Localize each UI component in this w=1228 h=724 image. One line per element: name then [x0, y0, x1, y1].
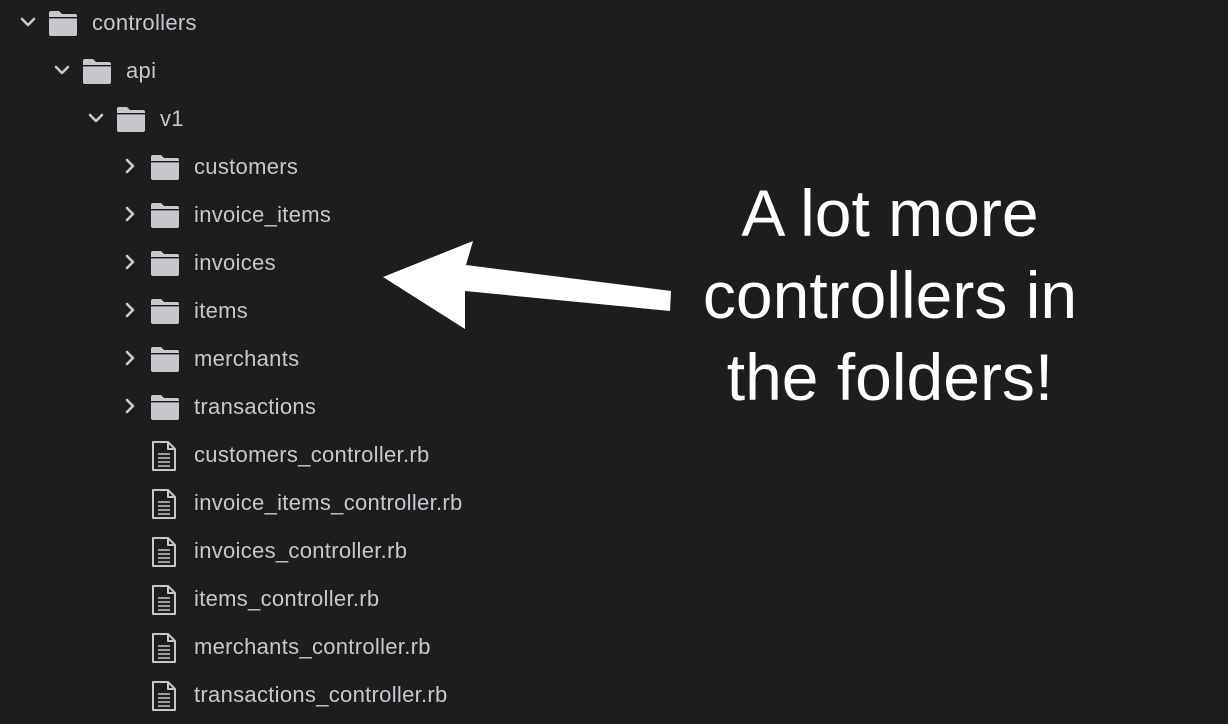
annotation-text: A lot more controllers in the folders!	[650, 172, 1130, 418]
file-tree: controllers api v1 customers invoice_ite…	[0, 0, 700, 724]
tree-item-v1[interactable]: v1	[0, 96, 660, 144]
annotation-line: controllers in	[702, 258, 1078, 332]
folder-icon	[151, 299, 179, 324]
tree-item-label: customers	[194, 154, 299, 179]
tree-item-transactions-controller[interactable]: transactions_controller.rb	[0, 672, 660, 720]
tree-item-label: controllers	[92, 10, 197, 35]
file-icon	[152, 537, 176, 567]
tree-item-label: invoices	[194, 250, 276, 275]
folder-icon	[151, 203, 179, 228]
file-icon	[152, 585, 176, 615]
arrow-left-icon	[383, 241, 671, 329]
annotation-line: the folders!	[726, 340, 1054, 414]
tree-item-label: merchants	[194, 346, 300, 371]
tree-item-label: customers_controller.rb	[194, 442, 430, 467]
chevron-down-icon[interactable]	[18, 12, 38, 32]
folder-icon	[151, 395, 179, 420]
annotation-line: A lot more	[741, 176, 1039, 250]
tree-item-customers-controller[interactable]: customers_controller.rb	[0, 432, 660, 480]
chevron-right-icon[interactable]	[120, 204, 140, 224]
tree-item-label: items_controller.rb	[194, 586, 380, 611]
tree-item-merchants-controller[interactable]: merchants_controller.rb	[0, 624, 660, 672]
tree-item-invoices-controller[interactable]: invoices_controller.rb	[0, 528, 660, 576]
tree-item-label: invoice_items	[194, 202, 332, 227]
chevron-down-icon[interactable]	[52, 60, 72, 80]
file-icon	[152, 681, 176, 711]
file-icon	[152, 489, 176, 519]
tree-item-label: merchants_controller.rb	[194, 634, 431, 659]
tree-item-transactions[interactable]: transactions	[0, 384, 660, 432]
folder-icon	[151, 347, 179, 372]
chevron-down-icon[interactable]	[86, 108, 106, 128]
tree-item-controllers[interactable]: controllers	[0, 0, 660, 48]
folder-icon	[117, 107, 145, 132]
tree-item-invoice-items[interactable]: invoice_items	[0, 192, 660, 240]
chevron-right-icon[interactable]	[120, 252, 140, 272]
tree-item-api[interactable]: api	[0, 48, 660, 96]
file-icon	[152, 633, 176, 663]
chevron-right-icon[interactable]	[120, 348, 140, 368]
file-icon	[152, 441, 176, 471]
folder-icon	[83, 59, 111, 84]
chevron-right-icon[interactable]	[120, 156, 140, 176]
chevron-right-icon[interactable]	[120, 300, 140, 320]
tree-item-label: api	[126, 58, 157, 83]
folder-icon	[151, 251, 179, 276]
tree-item-label: transactions	[194, 394, 317, 419]
chevron-right-icon[interactable]	[120, 396, 140, 416]
tree-item-label: transactions_controller.rb	[194, 682, 448, 707]
tree-item-label: invoice_items_controller.rb	[194, 490, 463, 515]
tree-item-merchants[interactable]: merchants	[0, 336, 660, 384]
tree-item-invoice-items-controller[interactable]: invoice_items_controller.rb	[0, 480, 660, 528]
folder-icon	[151, 155, 179, 180]
folder-icon	[49, 11, 77, 36]
tree-item-label: invoices_controller.rb	[194, 538, 408, 563]
tree-item-label: items	[194, 298, 249, 323]
tree-item-label: v1	[160, 106, 184, 131]
tree-item-items-controller[interactable]: items_controller.rb	[0, 576, 660, 624]
tree-item-customers[interactable]: customers	[0, 144, 660, 192]
